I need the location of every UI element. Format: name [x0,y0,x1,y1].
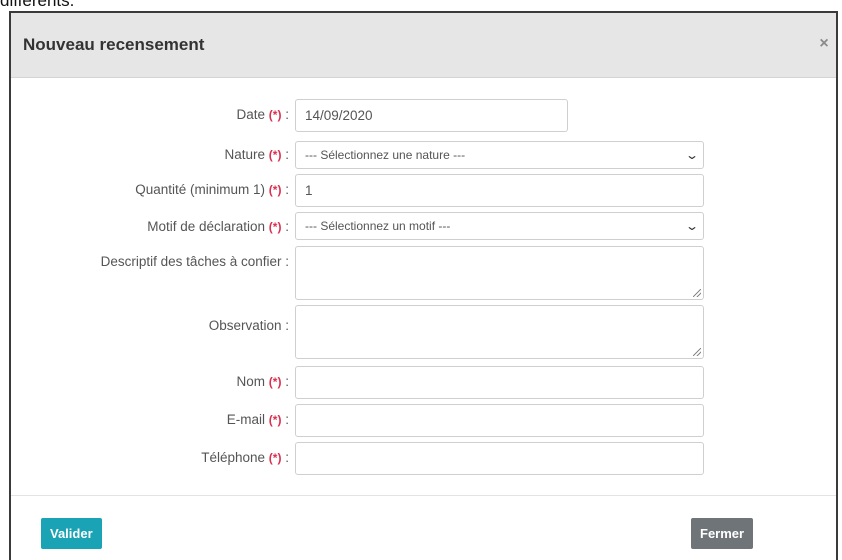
email-field[interactable] [295,404,704,437]
date-input[interactable]: 14/09/2020 [295,99,568,132]
chevron-down-icon: ⌄ [684,219,700,233]
form-row-telephone: Téléphone (*) : [11,442,836,475]
new-census-modal: Nouveau recensement × Date (*) : 14/09/2… [9,11,838,560]
chevron-down-icon: ⌄ [684,148,700,162]
quantite-input[interactable]: 1 [295,174,704,207]
quantite-label: Quantité (minimum 1) (*) : [135,182,289,197]
email-label: E-mail (*) : [226,412,289,427]
nom-input[interactable] [295,366,704,399]
page-background-text: différents. [0,0,75,10]
telephone-label: Téléphone (*) : [201,450,289,465]
observation-label: Observation : [208,318,289,333]
required-marker: (*) [268,220,282,234]
form-row-date: Date (*) : 14/09/2020 [11,99,836,132]
form-row-descriptif: Descriptif des tâches à confier : [11,246,836,302]
nature-select[interactable]: --- Sélectionnez une nature --- ⌄ [295,141,704,169]
form-row-email: E-mail (*) : [11,404,836,437]
resize-grip-icon[interactable] [693,348,701,356]
modal-header: Nouveau recensement × [11,13,836,78]
close-icon[interactable]: × [814,33,834,55]
motif-select[interactable]: --- Sélectionnez un motif --- ⌄ [295,212,704,240]
required-marker: (*) [268,183,282,197]
modal-footer-divider [11,495,836,496]
descriptif-label: Descriptif des tâches à confier : [100,254,289,269]
required-marker: (*) [268,108,282,122]
form-row-observation: Observation : [11,305,836,361]
modal-title: Nouveau recensement [23,35,205,54]
form-row-motif: Motif de déclaration (*) : --- Sélection… [11,211,836,243]
required-marker: (*) [268,451,282,465]
motif-label: Motif de déclaration (*) : [147,219,289,234]
descriptif-textarea[interactable] [295,246,704,300]
telephone-input[interactable] [295,442,704,475]
form-row-nom: Nom (*) : [11,366,836,399]
fermer-button[interactable]: Fermer [691,518,754,549]
nature-label: Nature (*) : [224,147,290,162]
required-marker: (*) [268,413,282,427]
valider-button[interactable]: Valider [41,518,102,549]
resize-grip-icon[interactable] [693,289,701,297]
required-marker: (*) [268,148,282,162]
required-marker: (*) [268,375,282,389]
date-label: Date (*) : [236,107,290,122]
observation-textarea[interactable] [295,305,704,359]
form-row-quantite: Quantité (minimum 1) (*) : 1 [11,174,836,207]
nom-label: Nom (*) : [236,374,289,389]
form-row-nature: Nature (*) : --- Sélectionnez une nature… [11,139,836,171]
